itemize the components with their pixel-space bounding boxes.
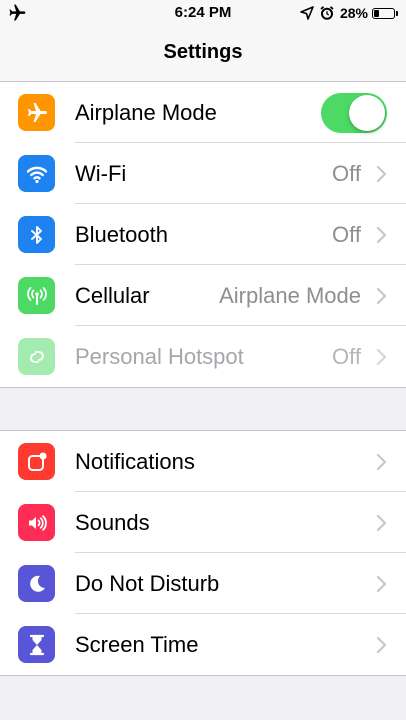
alarm-icon [320,6,334,20]
row-label: Sounds [75,510,150,535]
settings-row-airplane-mode[interactable]: Airplane Mode [0,82,406,143]
hourglass-icon [18,626,55,663]
moon-icon [18,565,55,602]
toggle-knob [349,95,385,131]
row-value: Off [332,222,361,247]
chevron-right-icon [376,636,388,654]
row-label: Personal Hotspot [75,344,244,369]
row-label: Notifications [75,449,195,474]
speaker-icon [18,504,55,541]
row-label: Cellular [75,283,150,308]
settings-row-screen-time[interactable]: Screen Time [0,614,406,675]
chevron-right-icon [376,287,388,305]
settings-row-cellular[interactable]: Cellular Airplane Mode [0,265,406,326]
row-value: Airplane Mode [219,283,361,308]
settings-row-sounds[interactable]: Sounds [0,492,406,553]
chevron-right-icon [376,348,388,366]
settings-group-connectivity: Airplane Mode Wi-Fi Off Bluetooth Off Ce… [0,82,406,388]
settings-row-do-not-disturb[interactable]: Do Not Disturb [0,553,406,614]
settings-row-personal-hotspot[interactable]: Personal Hotspot Off [0,326,406,387]
location-arrow-icon [300,6,314,20]
settings-group-notifications: Notifications Sounds Do Not Disturb Scre… [0,430,406,676]
row-label: Bluetooth [75,222,168,247]
chevron-right-icon [376,226,388,244]
status-bar: 6:24 PM 28% [0,0,406,26]
bluetooth-icon [18,216,55,253]
wifi-icon [18,155,55,192]
airplane-icon [18,94,55,131]
settings-row-wifi[interactable]: Wi-Fi Off [0,143,406,204]
row-label: Do Not Disturb [75,571,220,596]
row-label: Screen Time [75,632,199,657]
airplane-mode-toggle[interactable] [321,93,387,133]
notifications-icon [18,443,55,480]
settings-row-bluetooth[interactable]: Bluetooth Off [0,204,406,265]
battery-fill [374,9,380,17]
chevron-right-icon [376,575,388,593]
row-label: Airplane Mode [75,100,217,125]
nav-bar: Settings [0,26,406,82]
row-value: Off [332,161,361,186]
page-title: Settings [163,41,243,63]
chevron-right-icon [376,453,388,471]
chevron-right-icon [376,165,388,183]
row-label: Wi-Fi [75,161,127,186]
battery-percent: 28% [339,5,368,21]
row-value: Off [332,344,361,369]
settings-row-notifications[interactable]: Notifications [0,431,406,492]
hotspot-link-icon [18,338,55,375]
cellular-antenna-icon [18,277,55,314]
battery-icon [372,7,395,19]
battery-nub [396,10,398,16]
chevron-right-icon [376,514,388,532]
